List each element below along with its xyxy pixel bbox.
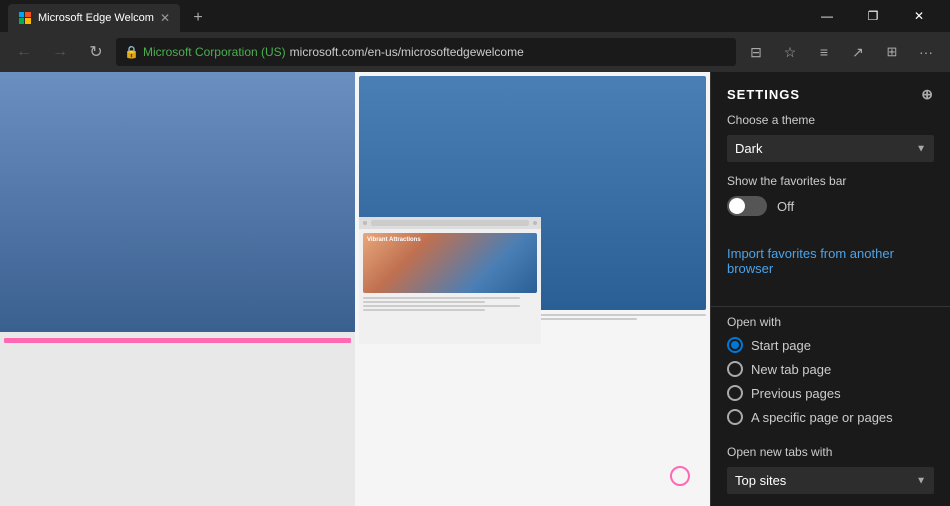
lock-icon: 🔒 — [124, 45, 139, 59]
window-controls: — ❐ ✕ — [804, 0, 942, 32]
device-showcase: you up for this? — [50, 213, 660, 348]
favorites-toggle[interactable] — [727, 196, 767, 216]
radio-previous-label: Previous pages — [751, 386, 841, 401]
open-with-label: Open with — [727, 315, 934, 329]
text-line-2 — [363, 301, 485, 303]
large-screen: Vibrant Attractions — [359, 217, 541, 344]
nav-icons: ⊟ ☆ ≡ ↗ ⊞ ··· — [740, 36, 942, 68]
settings-title: SETTINGS — [727, 87, 800, 102]
radio-previous-pages: Previous pages — [727, 385, 934, 401]
header-dot-1 — [363, 221, 367, 225]
radio-start-page: Start page — [727, 337, 934, 353]
welcome-content: Welcome to Microsoft Edge The brand new … — [0, 72, 710, 442]
large-body: Vibrant Attractions — [359, 229, 541, 317]
settings-header: SETTINGS ⊕ — [711, 72, 950, 113]
hub-icon[interactable]: ≡ — [808, 36, 840, 68]
large-body-text — [363, 297, 537, 311]
tablet-left-col: you up for this? — [0, 72, 355, 506]
device-tablet-left: you up for this? — [165, 228, 325, 348]
large-hero-text: Vibrant Attractions — [367, 237, 421, 243]
circle-annotation — [670, 466, 690, 486]
new-tab-button[interactable]: + — [184, 4, 212, 32]
main-content: Welcome to Microsoft Edge The brand new … — [0, 72, 950, 506]
radio-new-tab-circle[interactable] — [727, 361, 743, 377]
settings-close-button[interactable]: ⊕ — [921, 86, 934, 103]
settings-panel: SETTINGS ⊕ Choose a theme Dark Light ▼ S… — [710, 72, 950, 506]
tab-favicon — [18, 11, 32, 25]
theme-select[interactable]: Dark Light — [727, 135, 934, 162]
active-tab[interactable]: Microsoft Edge Welcom ✕ — [8, 4, 180, 32]
settings-import-section: Import favorites from another browser — [711, 246, 950, 298]
text-line-1 — [363, 297, 520, 299]
title-bar: Microsoft Edge Welcom ✕ + — ❐ ✕ — [0, 0, 950, 32]
close-button[interactable]: ✕ — [896, 0, 942, 32]
settings-theme-section: Choose a theme Dark Light ▼ — [711, 113, 950, 174]
import-favorites-link[interactable]: Import favorites from another browser — [727, 246, 934, 276]
favorites-bar-label: Show the favorites bar — [727, 174, 934, 188]
new-tabs-select[interactable]: Top sites A blank page My news feed — [727, 467, 934, 494]
favorites-icon[interactable]: ☆ — [774, 36, 806, 68]
favorites-toggle-row: Off — [727, 196, 934, 216]
sidebar-icon[interactable]: ⊟ — [740, 36, 772, 68]
radio-start-page-label: Start page — [751, 338, 811, 353]
address-bar[interactable]: 🔒 Microsoft Corporation (US) microsoft.c… — [116, 38, 736, 66]
large-browser-header — [359, 217, 541, 229]
theme-label: Choose a theme — [727, 113, 934, 127]
radio-specific-circle[interactable] — [727, 409, 743, 425]
toggle-knob — [729, 198, 745, 214]
settings-divider-1 — [711, 306, 950, 307]
radio-start-page-circle[interactable] — [727, 337, 743, 353]
tab-close-button[interactable]: ✕ — [160, 11, 170, 25]
favorites-toggle-label: Off — [777, 199, 794, 214]
tablet-screen: you up for this? — [0, 72, 710, 506]
corp-name: Microsoft Corporation (US) — [143, 45, 286, 59]
nav-bar: ← → ↻ 🔒 Microsoft Corporation (US) micro… — [0, 32, 950, 72]
device-tablet-right: Vibrant Attractions — [355, 213, 545, 348]
settings-favorites-section: Show the favorites bar Off — [711, 174, 950, 236]
theme-select-wrapper: Dark Light ▼ — [727, 135, 934, 162]
browser-viewport: Welcome to Microsoft Edge The brand new … — [0, 72, 710, 506]
tab-title: Microsoft Edge Welcom — [38, 12, 154, 24]
settings-open-with-section: Open with Start page New tab page Previo… — [711, 315, 950, 445]
open-with-radio-group: Start page New tab page Previous pages A… — [727, 337, 934, 425]
tablet-text: you up for this? — [0, 332, 355, 349]
url-text: microsoft.com/en-us/microsoftedgewelcome — [290, 45, 524, 59]
tab-area: Microsoft Edge Welcom ✕ + — [8, 0, 804, 32]
radio-previous-circle[interactable] — [727, 385, 743, 401]
text-line-4 — [363, 309, 485, 311]
tablet-img — [0, 72, 355, 332]
more-icon[interactable]: ··· — [910, 36, 942, 68]
refresh-button[interactable]: ↻ — [80, 36, 112, 68]
radio-new-tab-label: New tab page — [751, 362, 831, 377]
large-hero-img: Vibrant Attractions — [363, 233, 537, 293]
new-tabs-select-wrapper: Top sites A blank page My news feed ▼ — [727, 467, 934, 494]
share-icon[interactable]: ↗ — [842, 36, 874, 68]
radio-specific-label: A specific page or pages — [751, 410, 893, 425]
radio-specific-page: A specific page or pages — [727, 409, 934, 425]
minimize-button[interactable]: — — [804, 0, 850, 32]
header-dot-2 — [533, 221, 537, 225]
back-button[interactable]: ← — [8, 36, 40, 68]
maximize-button[interactable]: ❐ — [850, 0, 896, 32]
new-tabs-label: Open new tabs with — [727, 445, 934, 459]
extensions-icon[interactable]: ⊞ — [876, 36, 908, 68]
text-line-3 — [363, 305, 520, 307]
radio-new-tab: New tab page — [727, 361, 934, 377]
forward-button[interactable]: → — [44, 36, 76, 68]
settings-new-tabs-section: Open new tabs with Top sites A blank pag… — [711, 445, 950, 506]
